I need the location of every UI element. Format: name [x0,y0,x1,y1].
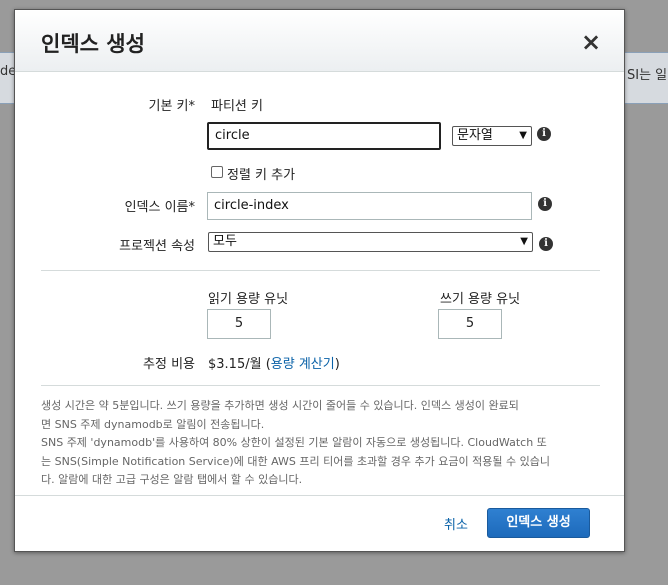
note-line: SNS 주제 'dynamodb'를 사용하여 80% 상한이 설정된 기본 알… [41,436,547,449]
note-line: 는 SNS(Simple Notification Service)에 대한 A… [41,454,550,468]
info-icon[interactable]: i [539,237,553,251]
projection-value: 모두 [213,234,237,249]
estimated-cost-value: $3.15/월 (용량 계산기) [208,353,340,372]
read-capacity-input[interactable]: 5 [207,309,271,339]
cost-close-paren: ) [334,357,340,372]
dialog-title: 인덱스 생성 [41,32,145,56]
read-capacity-label: 읽기 용량 유닛 [208,292,289,307]
info-icon[interactable]: i [538,197,552,211]
creation-notes: 생성 시간은 약 5분입니다. 쓰기 용량을 추가하면 생성 시간이 줄어들 수… [41,397,601,490]
info-icon[interactable]: i [537,127,551,141]
projection-label: 프로젝션 속성 [119,239,195,254]
index-name-input[interactable]: circle-index [207,192,532,220]
create-index-button[interactable]: 인덱스 생성 [487,508,590,538]
projection-select[interactable]: 모두 ▼ [208,232,533,252]
dialog-header: 인덱스 생성 × [15,10,624,72]
divider [41,385,600,386]
create-index-dialog: 인덱스 생성 × 기본 키* 파티션 키 circle 문자열 ▼ i 정렬 키… [14,9,625,552]
write-capacity-label: 쓰기 용량 유닛 [440,292,521,307]
estimated-cost-label: 추정 비용 [143,357,195,372]
partition-key-type-select[interactable]: 문자열 ▼ [452,126,532,146]
partition-key-input[interactable]: circle [207,122,441,150]
footer-divider [15,495,624,496]
close-icon[interactable]: × [579,30,603,54]
cost-amount: $3.15/월 ( [208,357,271,372]
chevron-down-icon: ▼ [519,130,527,141]
chevron-down-icon: ▼ [520,236,528,247]
sort-key-checkbox-label: 정렬 키 추가 [227,168,296,183]
capacity-calculator-link[interactable]: 용량 계산기 [271,357,335,372]
primary-key-label: 기본 키* [148,99,195,114]
divider [41,270,600,271]
note-line: 다. 알람에 대한 고급 구성은 알람 탭에서 할 수 있습니다. [41,473,303,486]
index-name-label: 인덱스 이름* [124,200,195,215]
partition-key-label: 파티션 키 [211,99,263,114]
cancel-button[interactable]: 취소 [444,514,468,533]
note-line: 생성 시간은 약 5분입니다. 쓰기 용량을 추가하면 생성 시간이 줄어들 수… [41,399,519,412]
sort-key-checkbox[interactable] [211,166,223,178]
partition-key-type-value: 문자열 [457,128,493,143]
note-line: 면 SNS 주제 dynamodb로 알림이 전송됩니다. [41,417,265,431]
background-text-right: SI는 일 [627,68,668,83]
write-capacity-input[interactable]: 5 [438,309,502,339]
